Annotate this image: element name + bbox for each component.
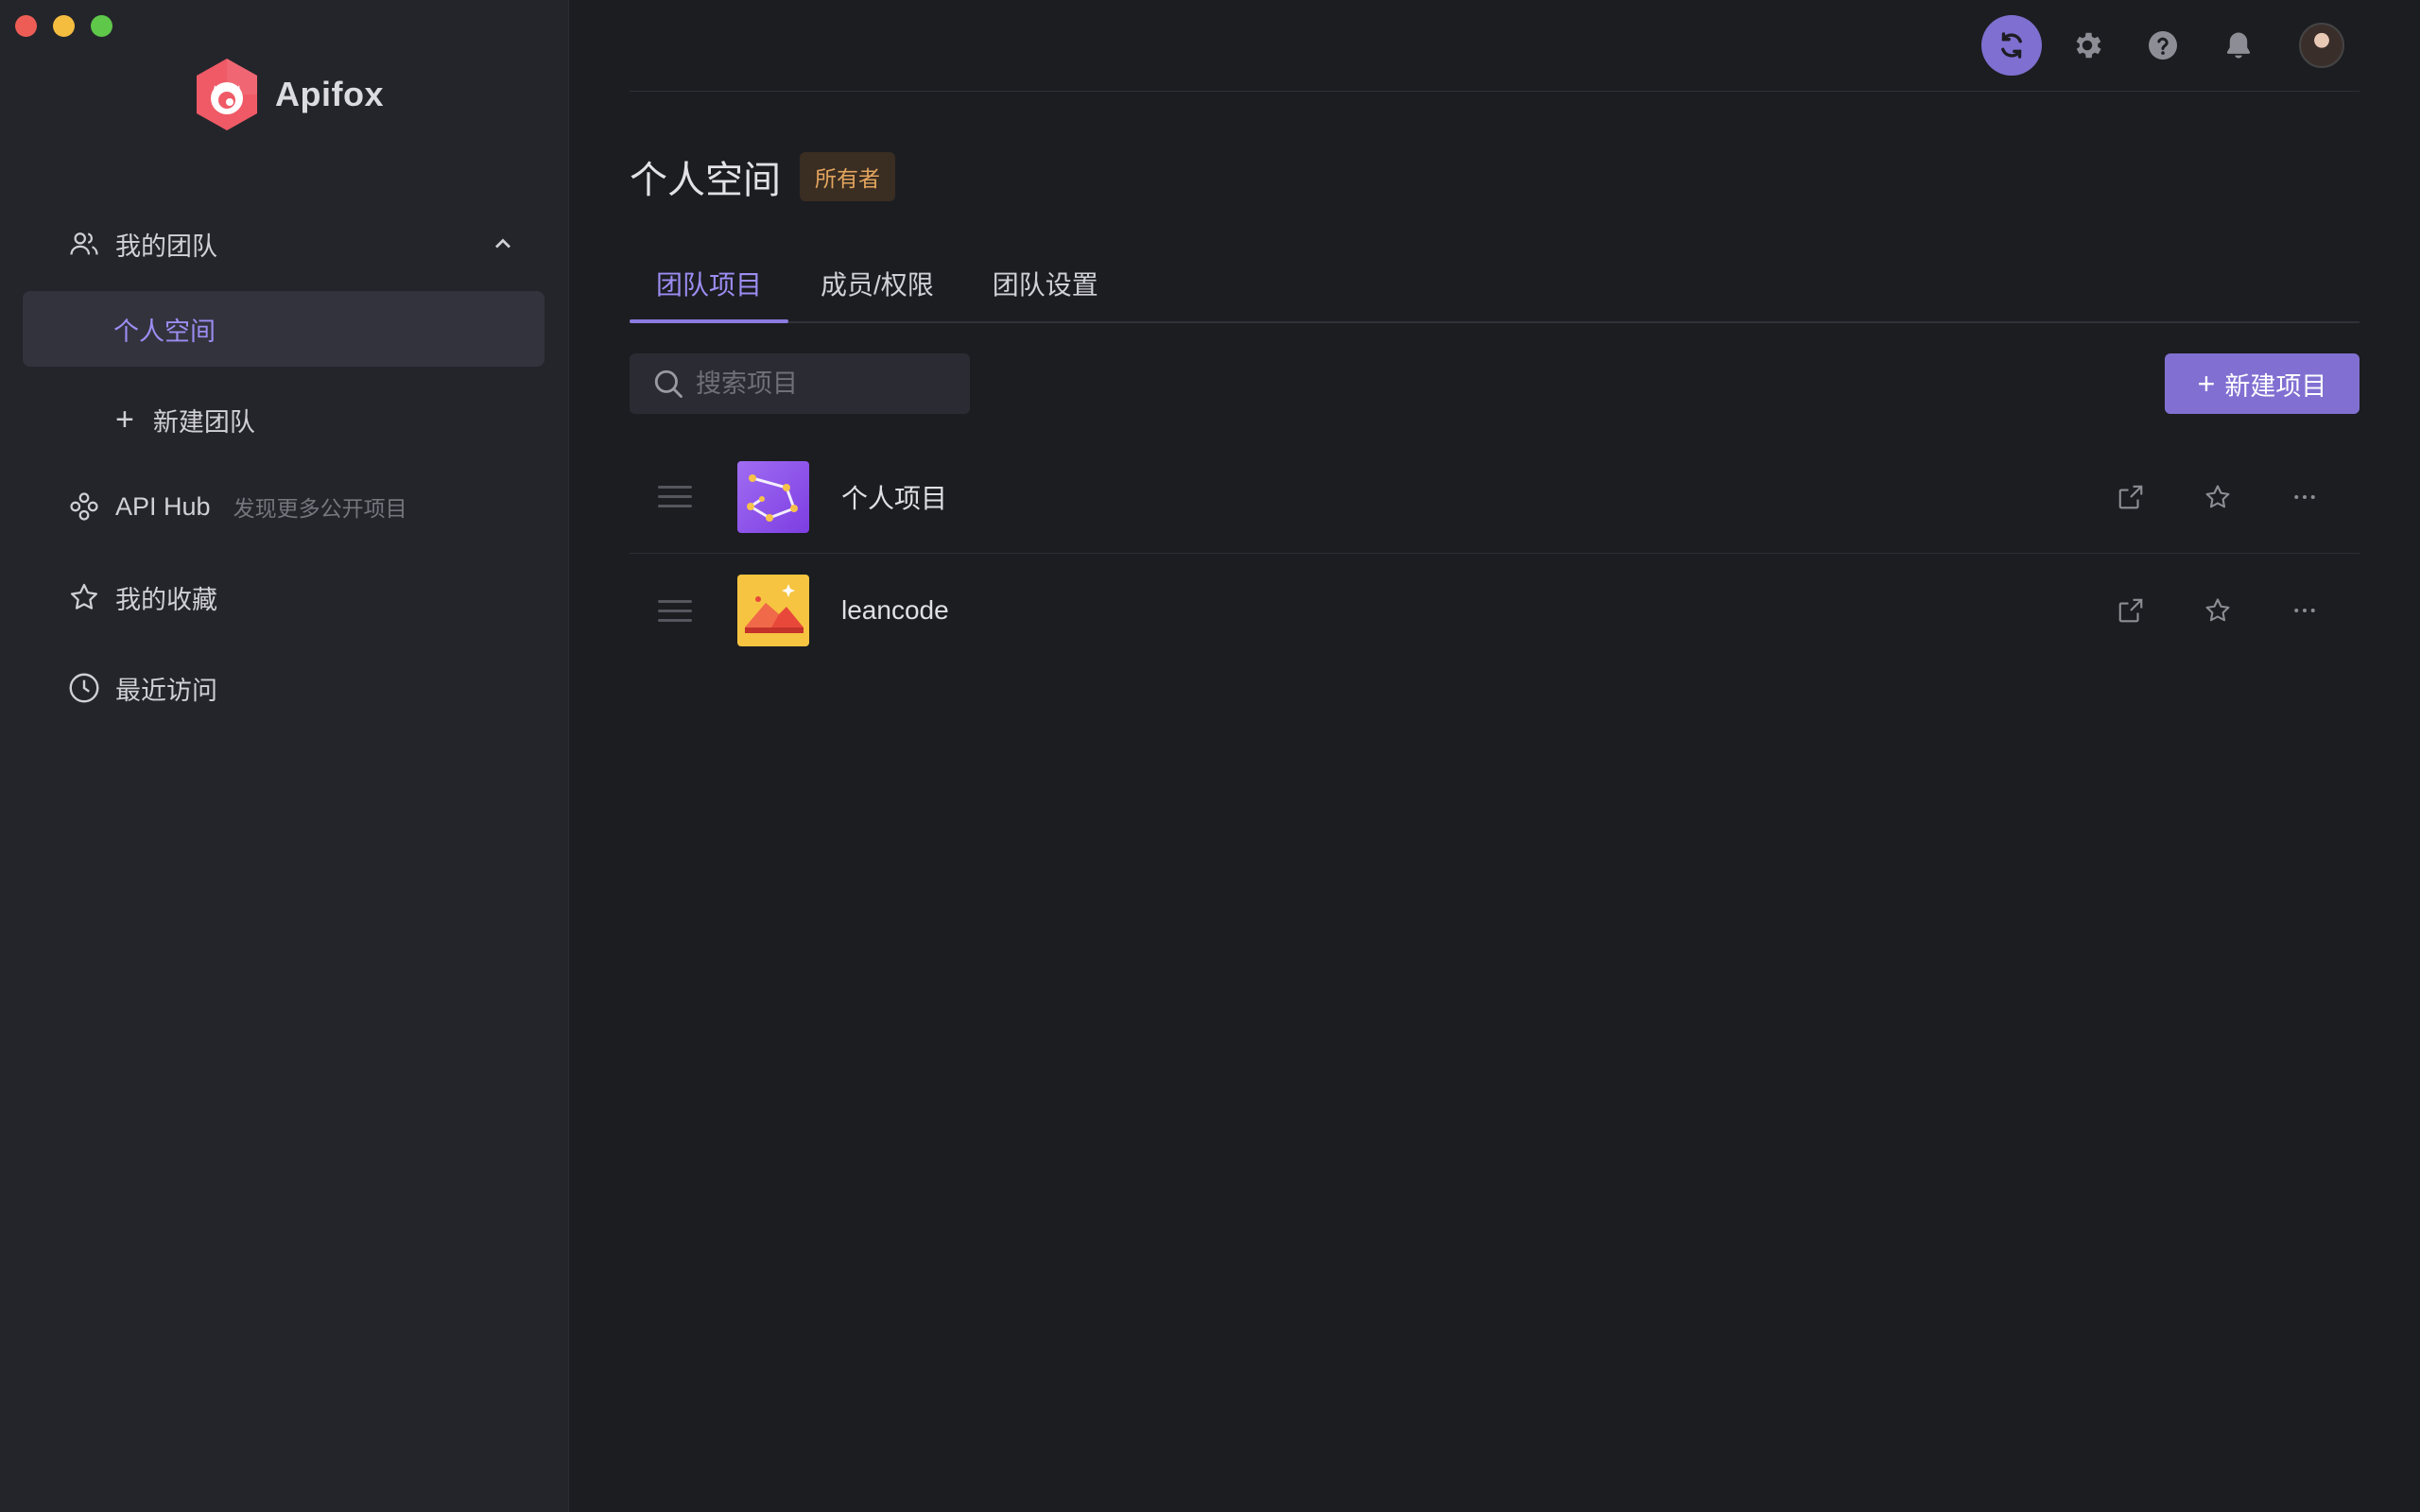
top-bar — [630, 0, 2360, 92]
tab-team-projects[interactable]: 团队项目 — [630, 246, 789, 323]
hub-icon — [66, 489, 102, 524]
list-item[interactable]: 个人项目 — [630, 440, 2360, 554]
tab-bar: 团队项目 成员/权限 团队设置 — [630, 246, 2360, 323]
settings-button[interactable] — [2057, 15, 2118, 76]
brand: Apifox — [194, 57, 384, 132]
sidebar-item-recent[interactable]: 最近访问 — [23, 650, 544, 726]
sidebar-item-label: 我的收藏 — [115, 585, 217, 614]
more-icon[interactable] — [2288, 480, 2322, 514]
gear-icon — [2076, 32, 2101, 59]
sidebar-item-favorites[interactable]: 我的收藏 — [23, 559, 544, 635]
star-icon[interactable] — [2201, 480, 2235, 514]
project-list: 个人项目 leancode — [630, 440, 2360, 667]
project-name: 个人项目 — [841, 483, 948, 513]
sync-icon — [2001, 32, 2022, 59]
minimize-window-button[interactable] — [53, 15, 75, 37]
sidebar: Apifox 我的团队 个人空间 + 新建团队 API Hub 发现更多公开项目… — [0, 0, 569, 1512]
main-content: 个人空间 所有者 团队项目 成员/权限 团队设置 + 新建项目 — [569, 0, 2420, 1512]
top-bar-actions — [1981, 15, 2360, 76]
plus-icon: + — [2197, 366, 2216, 401]
app-name: Apifox — [275, 75, 384, 113]
row-actions — [2114, 554, 2322, 667]
search-icon — [654, 369, 683, 398]
new-project-button[interactable]: + 新建项目 — [2165, 353, 2360, 414]
drag-handle-icon[interactable] — [658, 486, 692, 507]
more-icon[interactable] — [2288, 593, 2322, 627]
role-badge: 所有者 — [800, 152, 895, 201]
star-icon — [66, 579, 102, 615]
close-window-button[interactable] — [15, 15, 37, 37]
page-header: 个人空间 所有者 — [630, 149, 895, 204]
tab-members-permissions[interactable]: 成员/权限 — [794, 246, 960, 321]
sidebar-item-new-team[interactable]: + 新建团队 — [23, 382, 544, 457]
sidebar-item-label: 我的团队 — [115, 232, 217, 261]
open-in-new-window-icon[interactable] — [2114, 593, 2148, 627]
bell-icon — [2226, 32, 2251, 59]
help-button[interactable] — [2133, 15, 2193, 76]
sidebar-item-api-hub[interactable]: API Hub 发现更多公开项目 — [23, 469, 544, 544]
tab-team-settings[interactable]: 团队设置 — [966, 246, 1125, 321]
search-input[interactable] — [696, 369, 960, 399]
sidebar-item-label: 新建团队 — [152, 407, 255, 437]
sidebar-nav: 我的团队 个人空间 + 新建团队 API Hub 发现更多公开项目 我的收藏 最… — [23, 206, 544, 726]
constellation-icon — [737, 460, 809, 533]
avatar[interactable] — [2299, 23, 2344, 68]
clock-icon — [66, 670, 102, 706]
page-title: 个人空间 — [630, 160, 781, 201]
project-toolbar: + 新建项目 — [630, 353, 2360, 414]
apifox-logo-icon — [197, 59, 257, 130]
sidebar-item-my-team[interactable]: 我的团队 — [23, 206, 544, 282]
project-name: leancode — [841, 595, 949, 625]
sidebar-item-label: 最近访问 — [115, 676, 217, 705]
app-window: Apifox 我的团队 个人空间 + 新建团队 API Hub 发现更多公开项目… — [0, 0, 2420, 1512]
star-icon[interactable] — [2201, 593, 2235, 627]
new-project-label: 新建项目 — [2224, 371, 2327, 401]
maximize-window-button[interactable] — [91, 15, 112, 37]
sidebar-item-personal-space[interactable]: 个人空间 — [23, 291, 544, 367]
drag-handle-icon[interactable] — [658, 599, 692, 622]
search-box — [630, 353, 970, 414]
sync-button[interactable] — [1981, 15, 2042, 76]
notifications-button[interactable] — [2208, 15, 2269, 76]
sidebar-item-label: 个人空间 — [113, 317, 216, 346]
window-controls — [15, 15, 112, 37]
open-in-new-window-icon[interactable] — [2114, 480, 2148, 514]
plus-icon: + — [115, 401, 134, 438]
users-icon — [66, 226, 102, 262]
mountain-icon — [737, 575, 809, 646]
row-actions — [2114, 440, 2322, 554]
api-hub-description: 发现更多公开项目 — [233, 496, 407, 521]
help-icon — [2149, 31, 2177, 60]
sidebar-item-label: API Hub — [115, 491, 211, 521]
list-item[interactable]: leancode — [630, 554, 2360, 667]
chevron-up-icon[interactable] — [490, 231, 516, 257]
